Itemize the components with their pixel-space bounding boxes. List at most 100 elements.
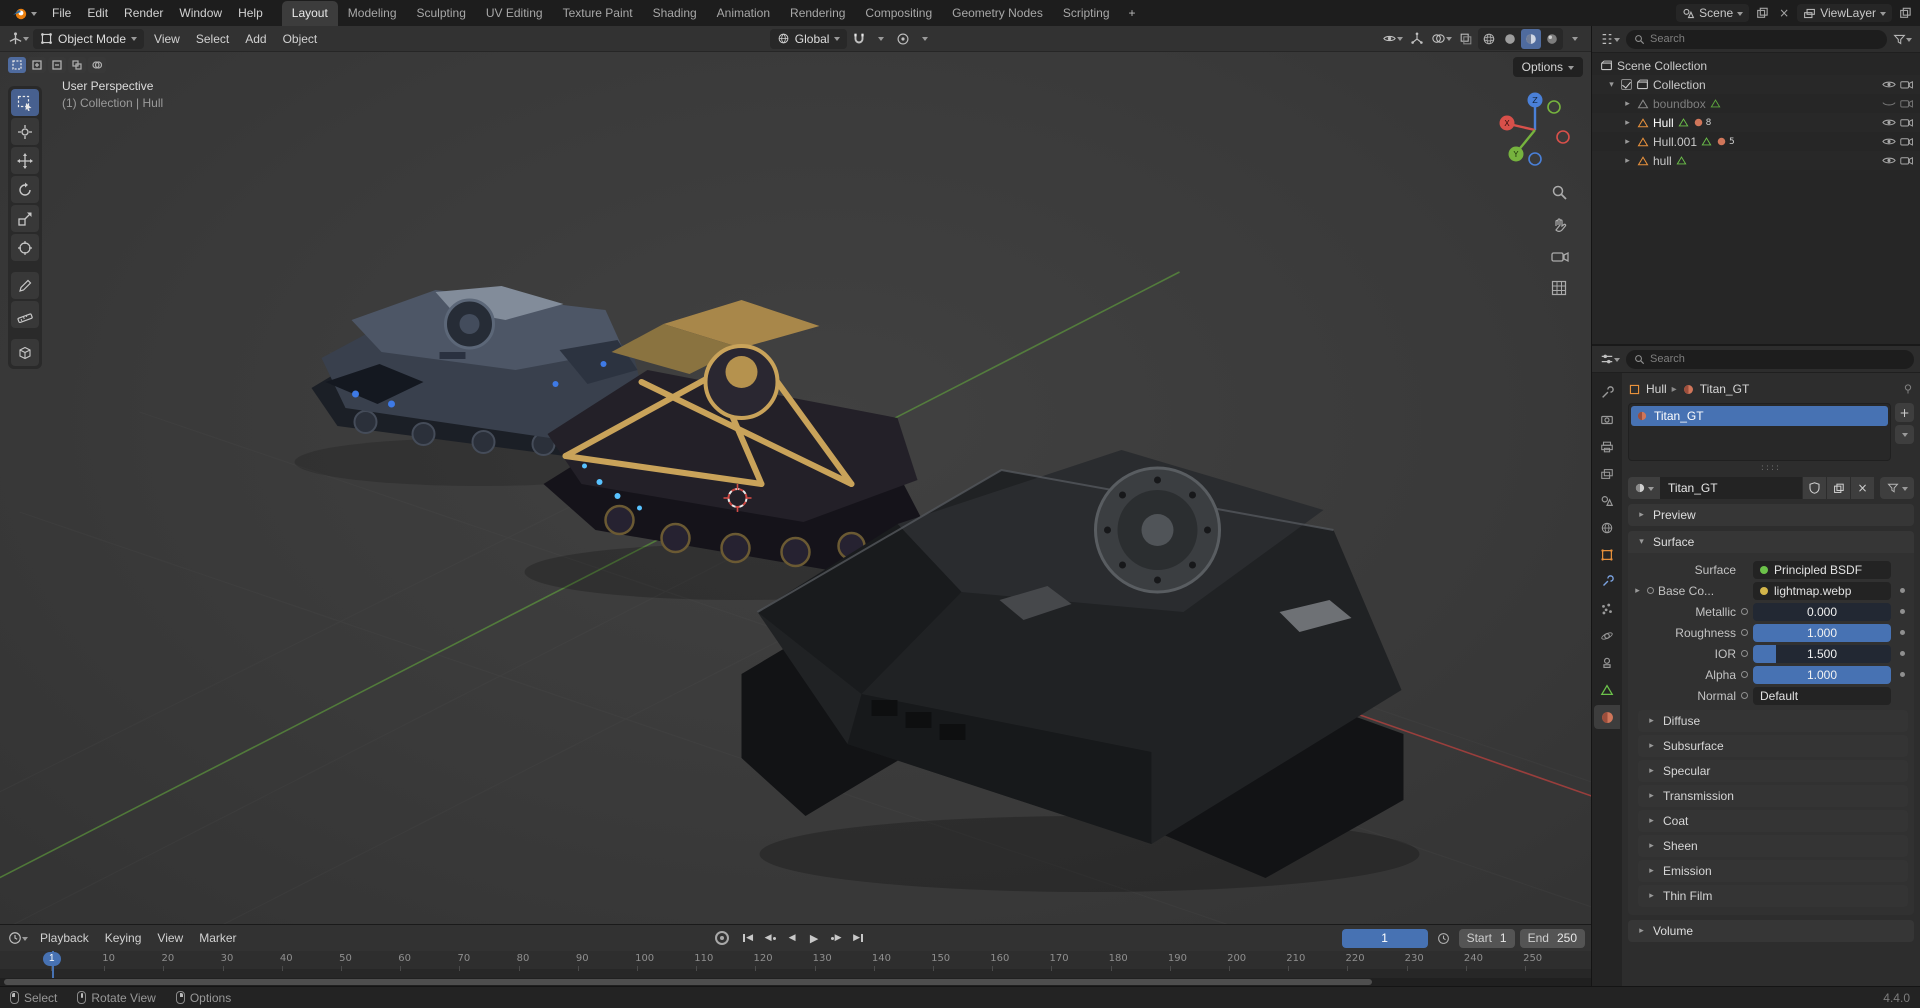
use-preview-range-toggle[interactable] [1434,928,1454,948]
pan-hand-icon[interactable] [1551,217,1568,234]
camera-visibility-icon[interactable] [1900,136,1914,147]
proportional-editing-toggle[interactable] [893,29,913,49]
material-slot-row[interactable]: Titan_GT [1631,406,1888,426]
play-reverse-button[interactable]: ◀ [783,929,802,947]
slot-specials-dropdown[interactable] [1895,425,1914,444]
disclosure-right-icon[interactable]: ▸ [1632,586,1643,596]
data-tab[interactable] [1594,678,1620,702]
object-tab[interactable] [1594,543,1620,567]
outliner-search[interactable] [1626,30,1887,49]
subpanel-header[interactable]: ▸ Transmission [1638,785,1908,807]
properties-editor-type-button[interactable] [1598,349,1622,369]
decorator-dot[interactable] [1896,588,1908,593]
workspace-tab[interactable]: Texture Paint [553,1,643,26]
browse-material-button[interactable] [1628,477,1660,499]
options-button[interactable]: Options [1513,57,1583,77]
xray-toggle[interactable] [1456,29,1476,49]
workspace-tab[interactable]: Sculpting [407,1,476,26]
transform-tool[interactable] [11,234,39,261]
timeline-scrollbar-thumb[interactable] [4,979,1372,985]
modifiers-tab[interactable] [1594,570,1620,594]
eye-icon[interactable] [1882,155,1896,166]
shading-dropdown[interactable] [1565,29,1585,49]
timeline-editor-type-button[interactable] [6,928,30,948]
particles-tab[interactable] [1594,597,1620,621]
frame-start-field[interactable]: Start 1 [1459,929,1515,948]
box-select-tool[interactable] [11,89,39,116]
measure-tool[interactable] [11,301,39,328]
material-name-field[interactable] [1660,477,1802,499]
subpanel-header[interactable]: ▸ Subsurface [1638,735,1908,757]
timeline-scrollbar[interactable] [0,978,1591,986]
viewport-menu-item[interactable]: Add [237,29,274,49]
workspace-tab[interactable]: Modeling [338,1,407,26]
disclosure-right-icon[interactable]: ▸ [1622,137,1633,147]
select-intersect-mode[interactable] [88,57,106,73]
move-tool[interactable] [11,147,39,174]
breadcrumb-material[interactable]: Titan_GT [1700,382,1750,396]
new-material-button[interactable] [1826,477,1850,499]
editor-type-button[interactable] [6,29,31,49]
rotate-tool[interactable] [11,176,39,203]
auto-keying-toggle[interactable] [715,931,729,945]
shading-wireframe-button[interactable] [1479,29,1499,49]
camera-visibility-icon[interactable] [1900,155,1914,166]
pin-icon[interactable] [1902,383,1914,395]
select-set-mode[interactable] [8,57,26,73]
topbar-menu-item[interactable]: Render [116,3,171,23]
subpanel-header[interactable]: ▸ Sheen [1638,835,1908,857]
shading-material-button[interactable] [1521,29,1541,49]
outliner-row-object[interactable]: ▸ boundbox [1592,94,1920,113]
viewlayer-tab[interactable] [1594,462,1620,486]
subpanel-header[interactable]: ▸ Coat [1638,810,1908,832]
overlays-toggle[interactable] [1429,29,1454,49]
output-tab[interactable] [1594,435,1620,459]
surface-shader-field[interactable]: Principled BSDF [1753,561,1891,579]
outliner-row-collection[interactable]: ▾ Collection [1592,75,1920,94]
workspace-tab[interactable]: Animation [707,1,780,26]
render-tab[interactable] [1594,408,1620,432]
new-viewlayer-button[interactable] [1896,4,1914,22]
blender-menu-button[interactable] [6,3,43,23]
workspace-tab[interactable]: Geometry Nodes [942,1,1053,26]
physics-tab[interactable] [1594,624,1620,648]
camera-visibility-icon[interactable] [1900,98,1914,109]
topbar-menu-item[interactable]: File [44,3,79,23]
next-keyframe-button[interactable]: ▶ [827,929,846,947]
volume-panel-header[interactable]: ▸ Volume [1628,920,1914,942]
add-cube-tool[interactable] [11,339,39,366]
eye-icon[interactable] [1882,79,1896,90]
ortho-grid-icon[interactable] [1551,280,1567,296]
outliner-row-object[interactable]: ▸ hull [1592,151,1920,170]
camera-visibility-icon[interactable] [1900,79,1914,90]
disclosure-down-icon[interactable]: ▾ [1606,80,1617,90]
subpanel-header[interactable]: ▸ Thin Film [1638,885,1908,907]
snap-options-dropdown[interactable] [871,29,891,49]
viewport-menu-item[interactable]: View [146,29,188,49]
outliner-row-object[interactable]: ▸ Hull.001 5 [1592,132,1920,151]
workspace-tab[interactable]: Compositing [855,1,942,26]
frame-end-field[interactable]: End 250 [1520,929,1585,948]
outliner-editor-type-button[interactable] [1598,29,1622,49]
workspace-tab[interactable]: Layout [282,1,338,26]
preview-panel-header[interactable]: ▸ Preview [1628,504,1914,526]
viewport-menu-item[interactable]: Object [275,29,326,49]
select-extend-mode[interactable] [28,57,46,73]
current-frame-field[interactable]: 1 [1342,929,1428,948]
slot-list-resize-grip[interactable]: :::: [1628,461,1914,475]
gizmo-toggle[interactable] [1407,29,1427,49]
proportional-dropdown[interactable] [915,29,935,49]
snap-toggle[interactable] [849,29,869,49]
topbar-menu-item[interactable]: Edit [79,3,116,23]
collection-checkbox[interactable] [1621,79,1632,90]
surface-panel-header[interactable]: ▾ Surface [1628,531,1914,553]
annotate-tool[interactable] [11,272,39,299]
material-tab[interactable] [1594,705,1620,729]
decorator-dot[interactable] [1896,672,1908,677]
outliner-search-input[interactable] [1650,33,1879,45]
topbar-menu-item[interactable]: Window [171,3,230,23]
scene-selector[interactable]: Scene [1676,4,1749,22]
scale-tool[interactable] [11,205,39,232]
cursor-tool[interactable] [11,118,39,145]
decorator-dot[interactable] [1896,630,1908,635]
